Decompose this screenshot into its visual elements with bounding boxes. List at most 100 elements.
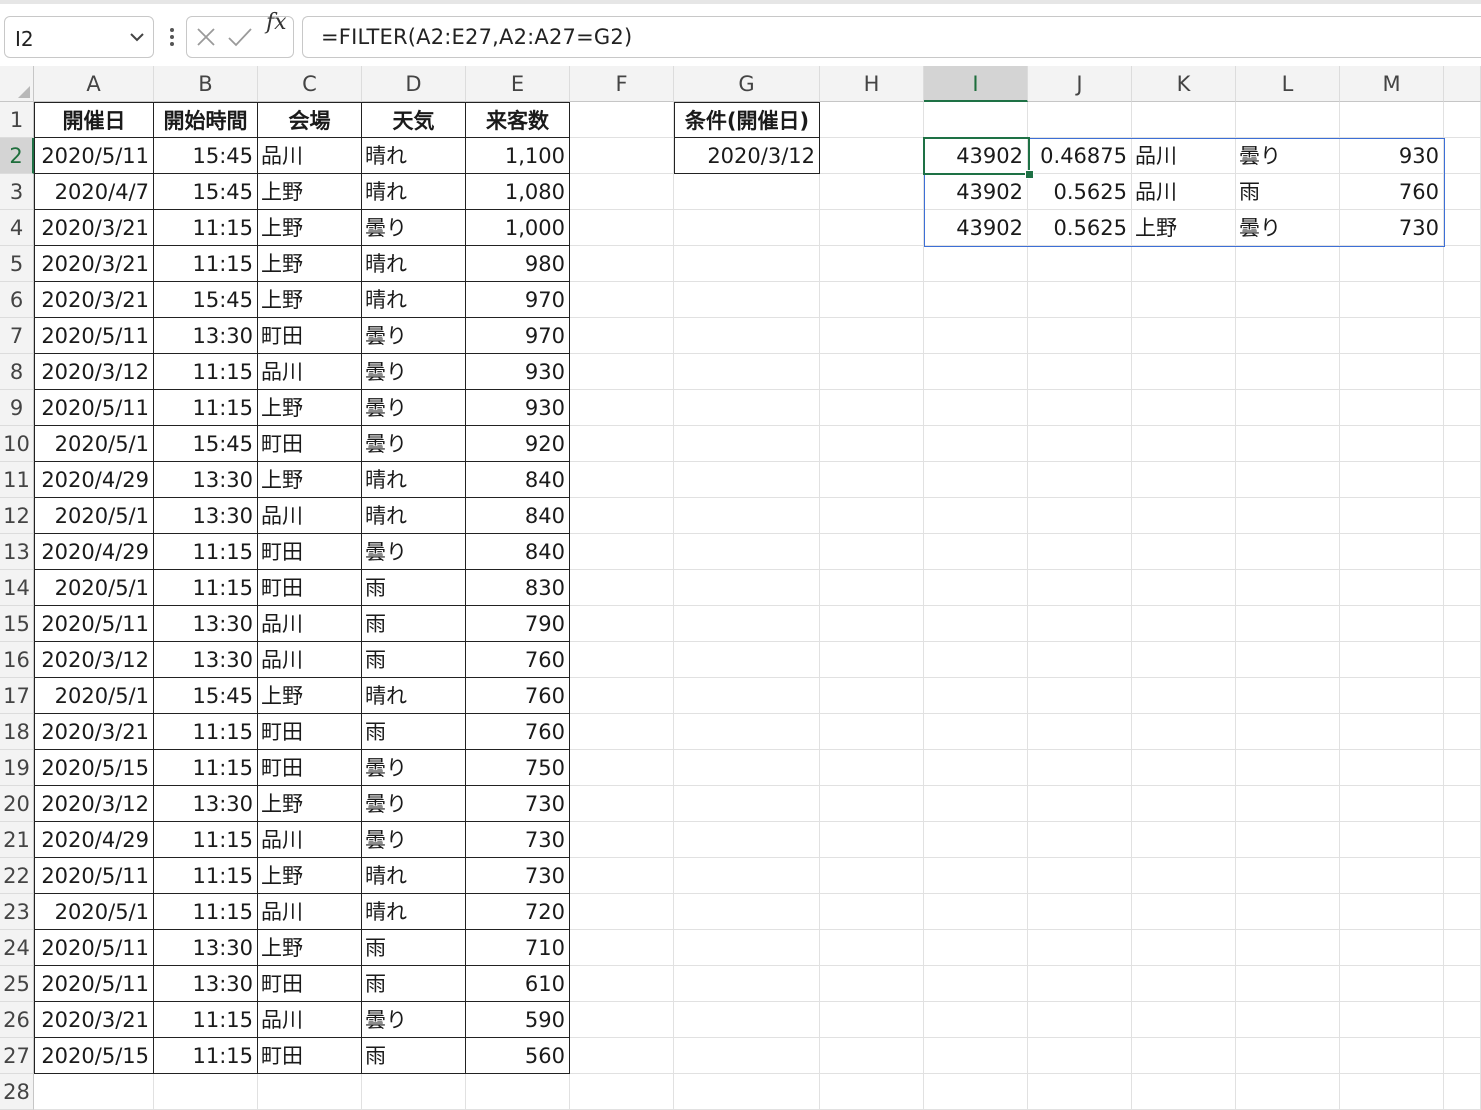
table-cell-e13[interactable]: 840 [466,534,570,570]
table-cell-c13[interactable]: 町田 [258,534,362,570]
column-header-d[interactable]: D [362,66,466,102]
cell-l1[interactable] [1236,102,1340,138]
cell-j18[interactable] [1028,714,1132,750]
cell-g12[interactable] [674,498,820,534]
table-cell-e8[interactable]: 930 [466,354,570,390]
cell-j24[interactable] [1028,930,1132,966]
cell-f28[interactable] [570,1074,674,1110]
table-cell-b14[interactable]: 11:15 [154,570,258,606]
cell-m22[interactable] [1340,858,1444,894]
table-cell-c8[interactable]: 品川 [258,354,362,390]
table-cell-d10[interactable]: 曇り [362,426,466,462]
table-cell-c16[interactable]: 品川 [258,642,362,678]
cell-a28[interactable] [34,1074,154,1110]
cell-h20[interactable] [820,786,924,822]
cell-f24[interactable] [570,930,674,966]
table-cell-c6[interactable]: 上野 [258,282,362,318]
cell-m18[interactable] [1340,714,1444,750]
cell-f21[interactable] [570,822,674,858]
cell-m16[interactable] [1340,642,1444,678]
cell-m24[interactable] [1340,930,1444,966]
cell-g17[interactable] [674,678,820,714]
cell-f11[interactable] [570,462,674,498]
table-cell-a8[interactable]: 2020/3/12 [34,354,154,390]
cell-h28[interactable] [820,1074,924,1110]
table-cell-b22[interactable]: 11:15 [154,858,258,894]
table-cell-b10[interactable]: 15:45 [154,426,258,462]
cell-f19[interactable] [570,750,674,786]
table-cell-e3[interactable]: 1,080 [466,174,570,210]
table-cell-d20[interactable]: 曇り [362,786,466,822]
cell-h27[interactable] [820,1038,924,1074]
cell-f2[interactable] [570,138,674,174]
table-cell-c27[interactable]: 町田 [258,1038,362,1074]
cell-g14[interactable] [674,570,820,606]
table-cell-d11[interactable]: 晴れ [362,462,466,498]
column-header-j[interactable]: J [1028,66,1132,102]
cell-g7[interactable] [674,318,820,354]
row-header-13[interactable]: 13 [0,534,34,570]
fill-handle[interactable] [1025,170,1034,179]
cell-g20[interactable] [674,786,820,822]
table-cell-b11[interactable]: 13:30 [154,462,258,498]
column-header-i[interactable]: I [924,66,1028,102]
cell-l10[interactable] [1236,426,1340,462]
cell-j28[interactable] [1028,1074,1132,1110]
table-cell-a19[interactable]: 2020/5/15 [34,750,154,786]
cell-f23[interactable] [570,894,674,930]
table-cell-d21[interactable]: 曇り [362,822,466,858]
cell-k10[interactable] [1132,426,1236,462]
cell-l13[interactable] [1236,534,1340,570]
cell-j7[interactable] [1028,318,1132,354]
table-header-e[interactable]: 来客数 [466,102,570,138]
cell-h6[interactable] [820,282,924,318]
table-cell-a22[interactable]: 2020/5/11 [34,858,154,894]
table-cell-b7[interactable]: 13:30 [154,318,258,354]
cell-l21[interactable] [1236,822,1340,858]
table-cell-a26[interactable]: 2020/3/21 [34,1002,154,1038]
result-cell-m3[interactable]: 760 [1340,174,1444,210]
table-cell-c10[interactable]: 町田 [258,426,362,462]
row-header-27[interactable]: 27 [0,1038,34,1074]
cell-g4[interactable] [674,210,820,246]
table-cell-a9[interactable]: 2020/5/11 [34,390,154,426]
table-cell-e23[interactable]: 720 [466,894,570,930]
table-header-c[interactable]: 会場 [258,102,362,138]
cell-g23[interactable] [674,894,820,930]
table-cell-d12[interactable]: 晴れ [362,498,466,534]
table-cell-e19[interactable]: 750 [466,750,570,786]
column-header-b[interactable]: B [154,66,258,102]
row-header-10[interactable]: 10 [0,426,34,462]
result-cell-i3[interactable]: 43902 [924,174,1028,210]
table-cell-d19[interactable]: 曇り [362,750,466,786]
cell-k8[interactable] [1132,354,1236,390]
cell-k9[interactable] [1132,390,1236,426]
cell-j20[interactable] [1028,786,1132,822]
row-header-12[interactable]: 12 [0,498,34,534]
row-header-17[interactable]: 17 [0,678,34,714]
cell-i13[interactable] [924,534,1028,570]
cell-k5[interactable] [1132,246,1236,282]
cell-c28[interactable] [258,1074,362,1110]
cell-f18[interactable] [570,714,674,750]
cell-h25[interactable] [820,966,924,1002]
cell-k15[interactable] [1132,606,1236,642]
cell-l18[interactable] [1236,714,1340,750]
cell-f22[interactable] [570,858,674,894]
cell-b28[interactable] [154,1074,258,1110]
table-cell-d4[interactable]: 曇り [362,210,466,246]
cell-g25[interactable] [674,966,820,1002]
cell-m19[interactable] [1340,750,1444,786]
table-cell-b27[interactable]: 11:15 [154,1038,258,1074]
cell-f5[interactable] [570,246,674,282]
cell-l19[interactable] [1236,750,1340,786]
table-cell-c5[interactable]: 上野 [258,246,362,282]
cell-g19[interactable] [674,750,820,786]
cell-l9[interactable] [1236,390,1340,426]
cell-g5[interactable] [674,246,820,282]
cell-k16[interactable] [1132,642,1236,678]
table-cell-c12[interactable]: 品川 [258,498,362,534]
table-cell-a20[interactable]: 2020/3/12 [34,786,154,822]
cell-k27[interactable] [1132,1038,1236,1074]
cell-j13[interactable] [1028,534,1132,570]
